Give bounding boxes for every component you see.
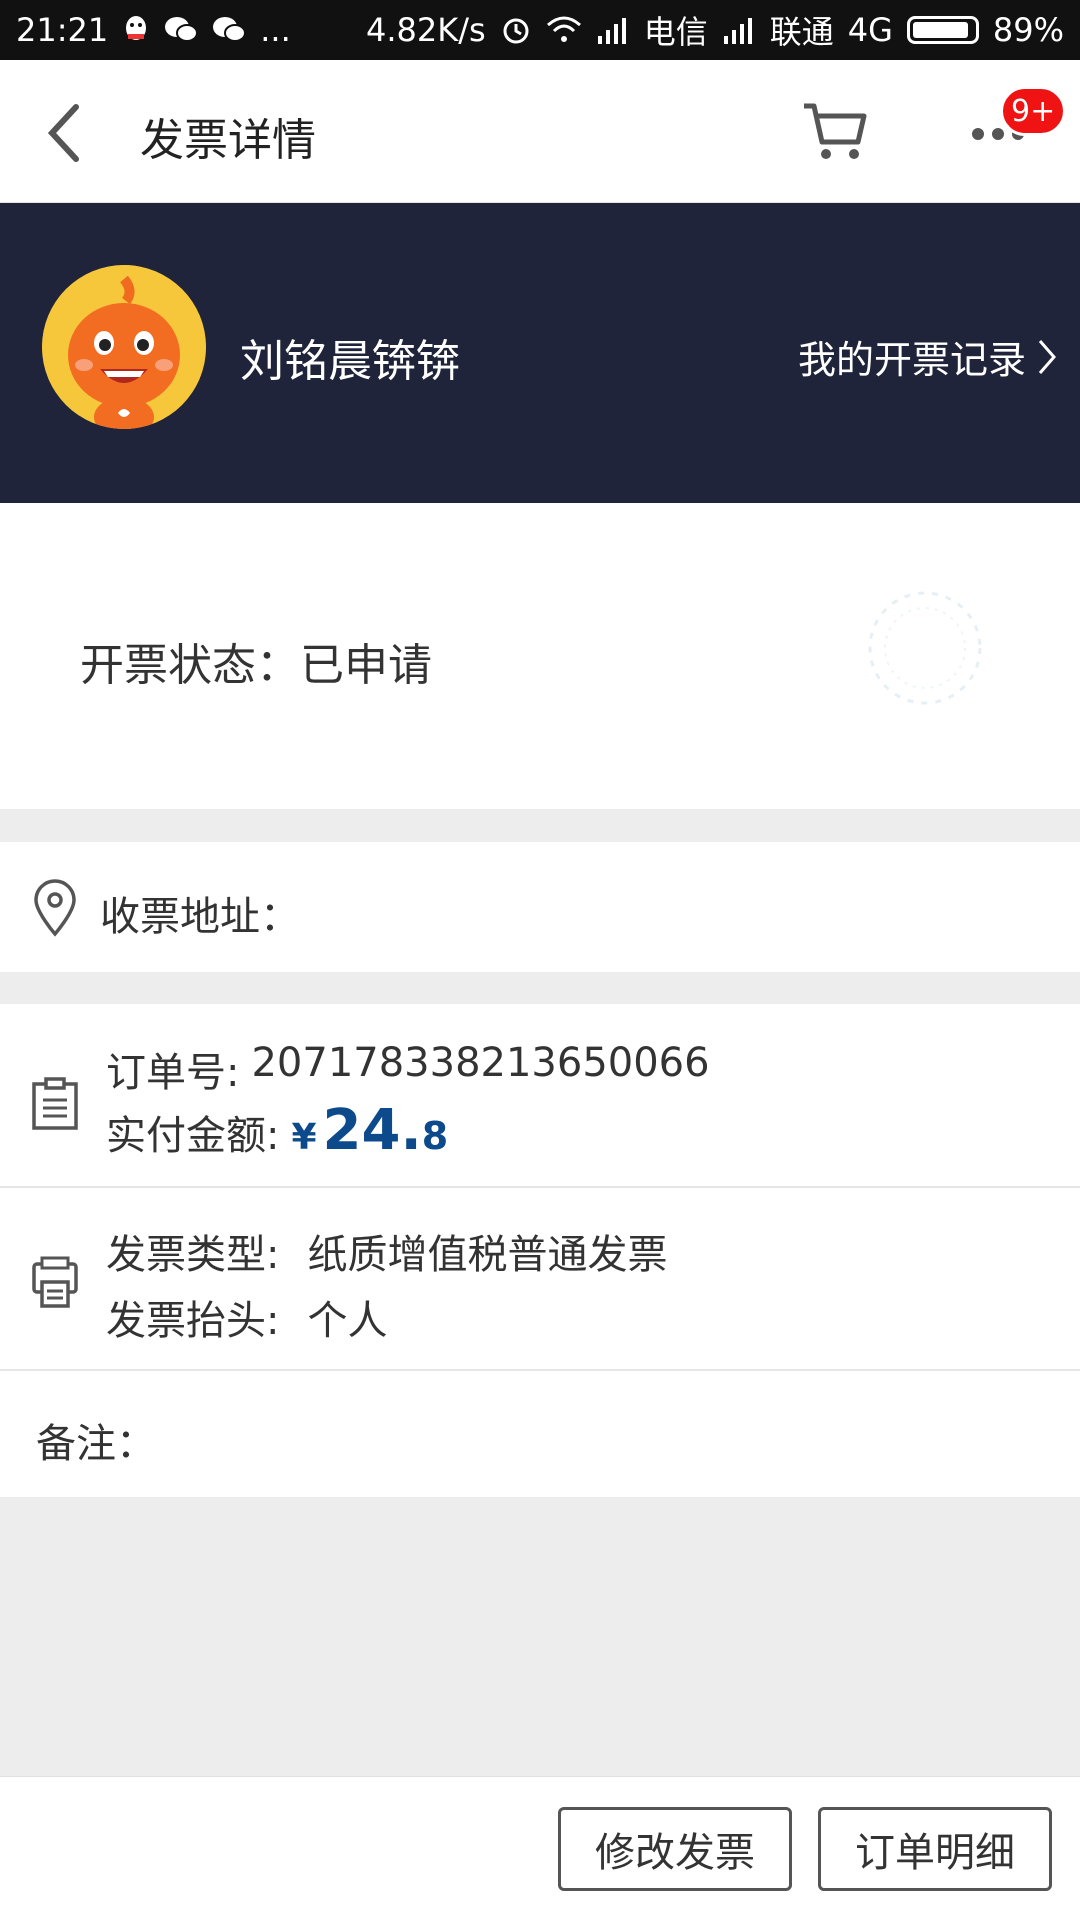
- paid-amount: ¥ 24. 8: [291, 1098, 448, 1163]
- remark-label: 备注：: [36, 1421, 156, 1467]
- status-time: 21:21: [16, 11, 109, 49]
- amount-decimal: 8: [421, 1114, 449, 1158]
- status-bar: 21:21 ... 4.82K/s 电信 联通 4G 89%: [0, 0, 1080, 60]
- invoice-title-value: 个人: [307, 1298, 388, 1344]
- amount-integer: 24.: [322, 1098, 422, 1163]
- order-detail-button[interactable]: 订单明细: [818, 1807, 1052, 1891]
- avatar[interactable]: [42, 265, 206, 429]
- battery-icon: [906, 16, 979, 44]
- invoice-status-section: 开票状态：已申请: [0, 503, 1080, 809]
- username: 刘铭晨锛锛: [240, 336, 460, 387]
- footer-bar: 修改发票 订单明细: [0, 1776, 1080, 1920]
- location-pin-icon: [34, 879, 76, 937]
- nav-bar: 发票详情 9+: [0, 60, 1080, 203]
- invoice-type-label: 发票类型:: [106, 1232, 280, 1278]
- chevron-left-icon: [47, 104, 79, 162]
- stamp-watermark-icon: [868, 591, 982, 705]
- order-number: 2071783382136500​66: [251, 1040, 710, 1086]
- signal-icon: [596, 16, 630, 44]
- mascot-avatar-icon: [42, 265, 206, 429]
- order-number-label: 订单号:: [106, 1050, 240, 1096]
- wifi-icon: [546, 15, 582, 45]
- status-more: ...: [260, 11, 291, 49]
- network-speed: 4.82K/s: [366, 11, 486, 49]
- address-section[interactable]: 收票地址：: [0, 842, 1080, 972]
- invoice-records-label: 我的开票记录: [797, 338, 1026, 382]
- battery-level: 89%: [992, 11, 1064, 49]
- cart-button[interactable]: [800, 96, 870, 166]
- carrier-2: 联通: [769, 13, 834, 51]
- paid-amount-row: 实付金额: ¥ 24. 8: [106, 1098, 448, 1163]
- order-info-section: 订单号: 2071783382136500​66 实付金额: ¥ 24. 8: [0, 1004, 1080, 1188]
- chevron-right-icon: [1038, 339, 1056, 374]
- user-header: 刘铭晨锛锛 我的开票记录: [0, 203, 1080, 503]
- alarm-icon: [500, 14, 532, 46]
- currency-symbol: ¥: [291, 1117, 317, 1158]
- network-type: 4G: [847, 11, 893, 49]
- invoice-info-section: 发票类型: 纸质增值税普通发票 发票抬头: 个人: [0, 1188, 1080, 1371]
- back-button[interactable]: [44, 98, 94, 168]
- cart-icon: [804, 103, 867, 159]
- notification-badge: 9+: [1000, 86, 1067, 136]
- carrier-1: 电信: [643, 13, 708, 51]
- invoice-type-row: 发票类型: 纸质增值税普通发票: [106, 1222, 667, 1280]
- wechat-icon: [164, 15, 199, 45]
- paid-amount-label: 实付金额:: [106, 1113, 280, 1159]
- invoice-status: 开票状态：已申请: [80, 640, 432, 691]
- signal-icon-2: [722, 16, 756, 44]
- wechat-icon-2: [212, 15, 247, 45]
- invoice-records-link[interactable]: 我的开票记录: [798, 329, 1058, 384]
- modify-invoice-button[interactable]: 修改发票: [558, 1807, 792, 1891]
- address-label: 收票地址：: [100, 894, 300, 940]
- remark-section: 备注：: [0, 1371, 1080, 1497]
- invoice-type-value: 纸质增值税普通发票: [307, 1232, 668, 1278]
- order-number-row: 订单号: 2071783382136500​66: [106, 1040, 710, 1098]
- clipboard-icon: [32, 1077, 78, 1130]
- invoice-title-row: 发票抬头: 个人: [106, 1288, 387, 1346]
- page-title: 发票详情: [140, 115, 316, 166]
- printer-invoice-icon: [32, 1256, 78, 1308]
- invoice-title-label: 发票抬头:: [106, 1298, 280, 1344]
- qq-icon: [122, 14, 150, 46]
